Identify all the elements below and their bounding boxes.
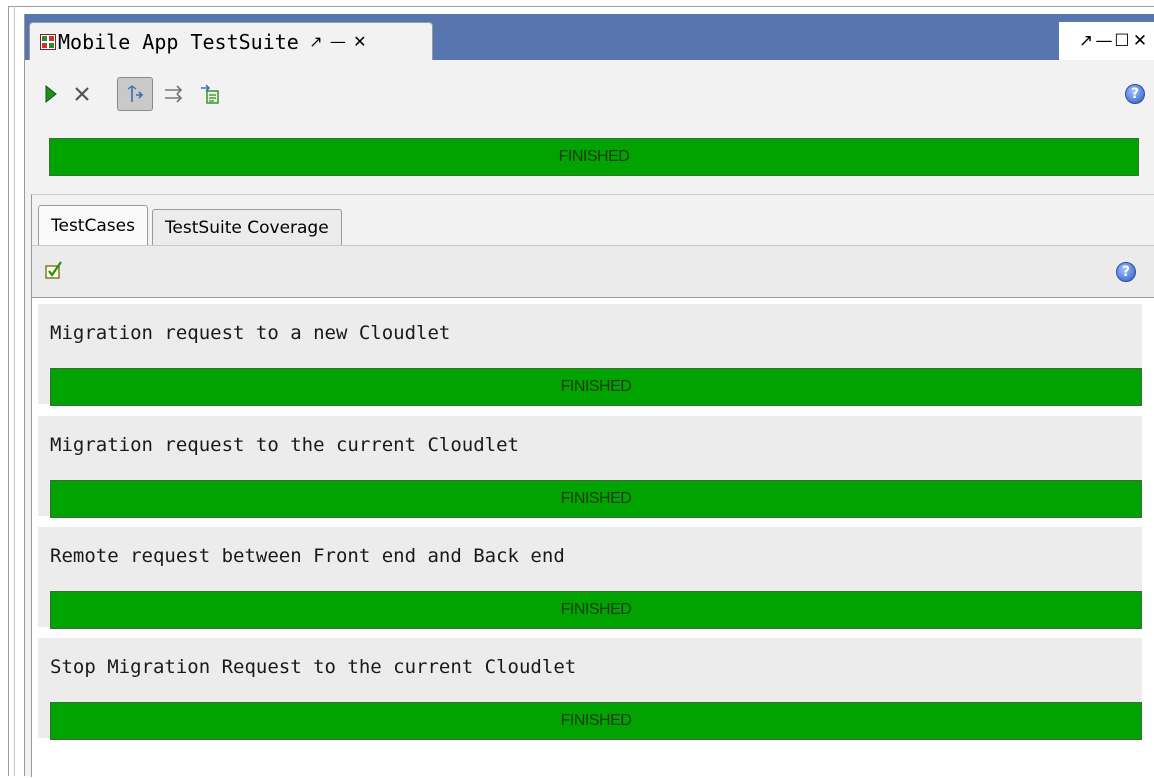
tab-strip: TestCases TestSuite Coverage <box>38 205 346 245</box>
testcase-item[interactable]: Remote request between Front end and Bac… <box>38 527 1142 629</box>
testcase-progress-bar: FINISHED <box>50 702 1142 740</box>
main-toolbar: ? <box>25 72 1154 116</box>
testcase-status: FINISHED <box>560 490 632 507</box>
testcases-panel: TestCases TestSuite Coverage ? Migration… <box>31 194 1154 778</box>
export-button[interactable] <box>195 77 225 111</box>
frame-border <box>8 6 1154 7</box>
testcase-name: Remote request between Front end and Bac… <box>50 545 565 567</box>
testcase-progress-bar: FINISHED <box>50 480 1142 518</box>
testsuite-icon <box>40 33 56 50</box>
testcase-name: Stop Migration Request to the current Cl… <box>50 656 577 678</box>
testcase-name: Migration request to a new Cloudlet <box>50 322 451 344</box>
close-icon[interactable]: ✕ <box>1131 32 1149 50</box>
minimize-icon[interactable]: — <box>329 33 347 50</box>
testcase-item[interactable]: Migration request to a new Cloudlet FINI… <box>38 304 1142 406</box>
testcase-item[interactable]: Stop Migration Request to the current Cl… <box>38 638 1142 740</box>
testcase-item[interactable]: Migration request to the current Cloudle… <box>38 416 1142 518</box>
maximize-icon[interactable]: ☐ <box>1113 32 1131 50</box>
stop-icon <box>75 87 89 101</box>
toggle-layout-icon <box>127 85 144 102</box>
view-title: Mobile App TestSuite <box>58 29 299 54</box>
testcase-status: FINISHED <box>560 378 632 395</box>
testcase-name: Migration request to the current Cloudle… <box>50 434 519 456</box>
run-button[interactable] <box>39 77 63 111</box>
suite-status: FINISHED <box>558 148 630 165</box>
tab-testsuite-coverage[interactable]: TestSuite Coverage <box>151 209 342 245</box>
next-icon <box>165 85 183 103</box>
suite-progress-bar: FINISHED <box>49 138 1139 176</box>
testcase-progress-bar: FINISHED <box>50 368 1142 406</box>
detach-icon[interactable]: ↗ <box>307 33 325 50</box>
next-button[interactable] <box>159 77 189 111</box>
view-tab[interactable]: Mobile App TestSuite ↗ — ✕ <box>29 22 433 60</box>
testcase-list: Migration request to a new Cloudlet FINI… <box>32 297 1154 778</box>
help-icon[interactable]: ? <box>1125 84 1145 104</box>
run-icon <box>45 85 57 103</box>
select-all-icon[interactable] <box>44 260 64 280</box>
tab-testcases[interactable]: TestCases <box>38 205 148 245</box>
minimize-icon[interactable]: — <box>1095 32 1113 50</box>
testcases-toolbar: ? <box>32 245 1154 298</box>
close-icon[interactable]: ✕ <box>351 33 369 50</box>
toggle-layout-button[interactable] <box>117 77 153 111</box>
help-icon[interactable]: ? <box>1116 262 1136 282</box>
window-controls: ↗ — ☐ ✕ <box>1059 22 1154 60</box>
detach-icon[interactable]: ↗ <box>1077 32 1095 50</box>
frame-border <box>8 6 9 776</box>
frame-border <box>14 6 15 776</box>
testcase-status: FINISHED <box>560 601 632 618</box>
testsuite-view: Mobile App TestSuite ↗ — ✕ ↗ — ☐ ✕ ? FIN… <box>24 14 1154 778</box>
view-title-bar: Mobile App TestSuite ↗ — ✕ ↗ — ☐ ✕ <box>25 14 1154 60</box>
export-icon <box>201 84 219 104</box>
testcase-status: FINISHED <box>560 712 632 729</box>
stop-button[interactable] <box>67 77 97 111</box>
testcase-progress-bar: FINISHED <box>50 591 1142 629</box>
